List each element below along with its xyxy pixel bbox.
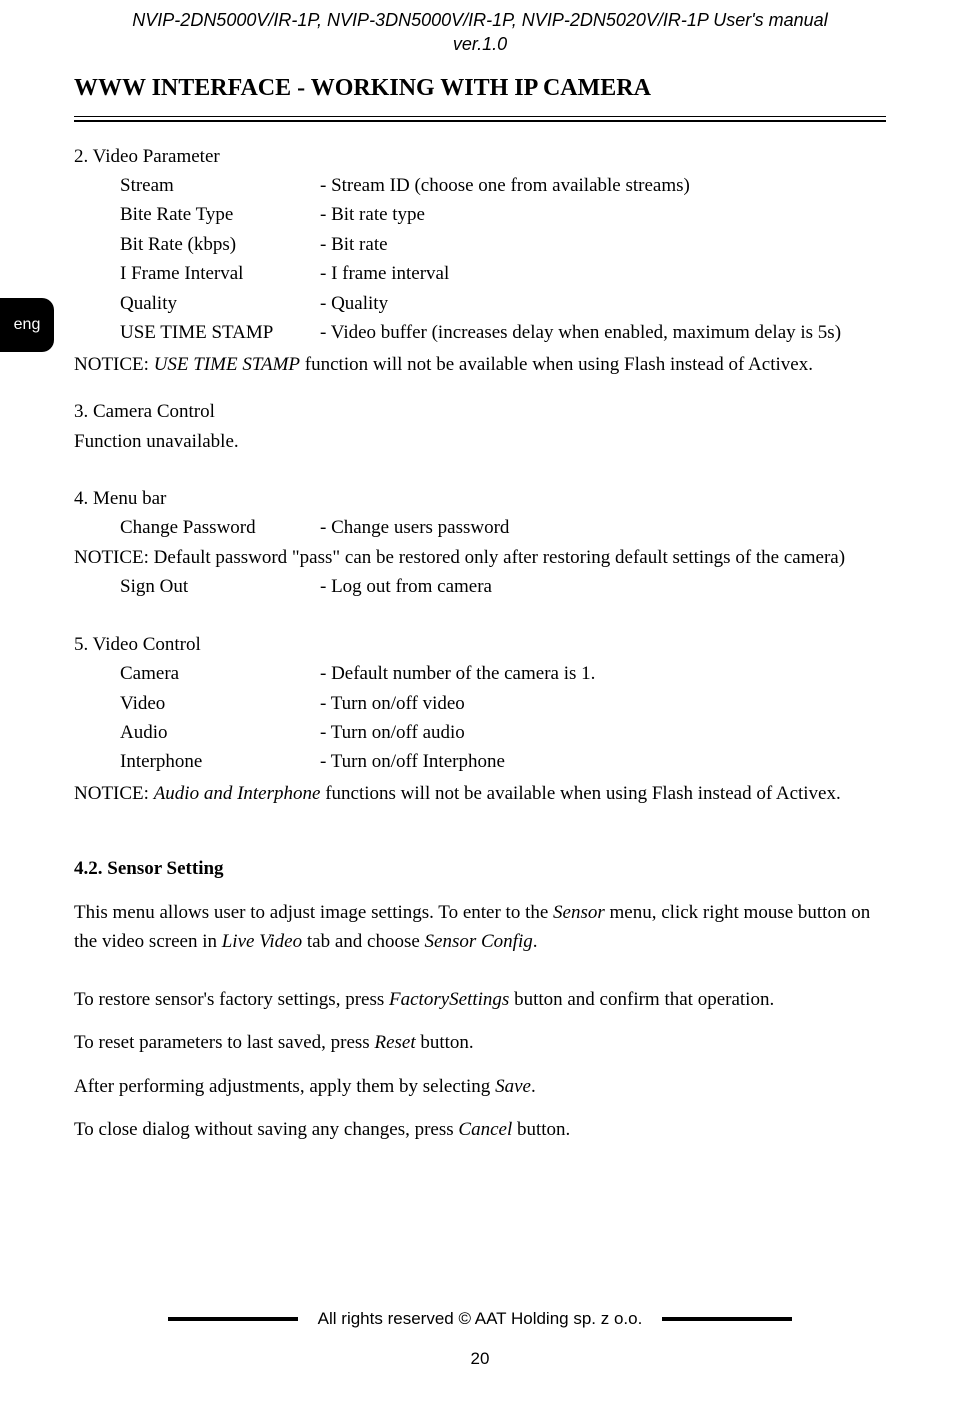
s2-term: Bit Rate (kbps) (120, 230, 320, 259)
s2-row-2: Bit Rate (kbps)- Bit rate (74, 230, 886, 259)
notice-em: USE TIME STAMP (154, 354, 300, 375)
s2-term: Bite Rate Type (120, 200, 320, 229)
notice-post: function will not be available when usin… (300, 354, 813, 375)
notice-em: Audio and Interphone (154, 783, 321, 804)
t: To reset parameters to last saved, press (74, 1032, 374, 1053)
section-title: WWW INTERFACE - WORKING WITH IP CAMERA (74, 75, 886, 102)
page: NVIP-2DN5000V/IR-1P, NVIP-3DN5000V/IR-1P… (0, 0, 960, 1405)
s2-term: Stream (120, 171, 320, 200)
s3-heading: 3. Camera Control (74, 397, 886, 426)
header-line-1: NVIP-2DN5000V/IR-1P, NVIP-3DN5000V/IR-1P… (74, 8, 886, 32)
body: 2. Video Parameter Stream- Stream ID (ch… (74, 142, 886, 1145)
em: Cancel (458, 1119, 512, 1140)
t: . (533, 931, 538, 952)
s4-desc: - Change users password (320, 513, 886, 542)
footer-bar-right (662, 1317, 792, 1321)
s4-heading: 4. Menu bar (74, 484, 886, 513)
s5-notice: NOTICE: Audio and Interphone functions w… (74, 779, 886, 808)
s2-desc: - Bit rate type (320, 200, 886, 229)
t: To restore sensor's factory settings, pr… (74, 989, 389, 1010)
s5-desc: - Default number of the camera is 1. (320, 659, 886, 688)
t: This menu allows user to adjust image se… (74, 902, 553, 923)
em: Reset (374, 1032, 415, 1053)
s2-desc: - Stream ID (choose one from available s… (320, 171, 886, 200)
t: button and confirm that operation. (509, 989, 774, 1010)
s5-term: Camera (120, 659, 320, 688)
s2-term: Quality (120, 289, 320, 318)
s2-desc: - Bit rate (320, 230, 886, 259)
s2-term: USE TIME STAMP (120, 318, 320, 347)
s2-notice: NOTICE: USE TIME STAMP function will not… (74, 350, 886, 379)
s5-row-1: Video- Turn on/off video (74, 689, 886, 718)
s4-notice: NOTICE: Default password "pass" can be r… (74, 543, 886, 572)
t: . (531, 1076, 536, 1097)
s4-desc: - Log out from camera (320, 572, 886, 601)
t: To close dialog without saving any chang… (74, 1119, 458, 1140)
s4-term: Sign Out (120, 572, 320, 601)
s4-row-1: Change Password- Change users password (74, 513, 886, 542)
s5-desc: - Turn on/off Interphone (320, 747, 886, 776)
t: tab and choose (302, 931, 424, 952)
em: Sensor (553, 902, 605, 923)
sec42-title: 4.2. Sensor Setting (74, 854, 886, 883)
em: Sensor Config (425, 931, 533, 952)
footer: All rights reserved © AAT Holding sp. z … (0, 1309, 960, 1369)
doc-header: NVIP-2DN5000V/IR-1P, NVIP-3DN5000V/IR-1P… (74, 0, 886, 57)
s5-heading: 5. Video Control (74, 630, 886, 659)
s5-term: Video (120, 689, 320, 718)
s2-term: I Frame Interval (120, 259, 320, 288)
sec42-p4: After performing adjustments, apply them… (74, 1072, 886, 1101)
s5-row-0: Camera- Default number of the camera is … (74, 659, 886, 688)
s4-row-2: Sign Out- Log out from camera (74, 572, 886, 601)
sec42-p5: To close dialog without saving any chang… (74, 1115, 886, 1144)
sec42-p1: This menu allows user to adjust image se… (74, 898, 886, 957)
language-tab-label: eng (14, 316, 41, 334)
em: Live Video (222, 931, 302, 952)
s5-row-3: Interphone- Turn on/off Interphone (74, 747, 886, 776)
double-rule (74, 116, 886, 122)
s5-row-2: Audio- Turn on/off audio (74, 718, 886, 747)
s2-row-1: Bite Rate Type- Bit rate type (74, 200, 886, 229)
sec42-p2: To restore sensor's factory settings, pr… (74, 985, 886, 1014)
t: After performing adjustments, apply them… (74, 1076, 495, 1097)
page-number: 20 (0, 1349, 960, 1369)
s5-desc: - Turn on/off audio (320, 718, 886, 747)
s5-desc: - Turn on/off video (320, 689, 886, 718)
notice-post: functions will not be available when usi… (320, 783, 840, 804)
footer-bar-left (168, 1317, 298, 1321)
sec42-p3: To reset parameters to last saved, press… (74, 1028, 886, 1057)
s2-row-3: I Frame Interval- I frame interval (74, 259, 886, 288)
s2-desc: - Quality (320, 289, 886, 318)
s2-row-4: Quality- Quality (74, 289, 886, 318)
em: FactorySettings (389, 989, 509, 1010)
s2-desc: - I frame interval (320, 259, 886, 288)
header-line-2: ver.1.0 (74, 32, 886, 56)
s2-heading: 2. Video Parameter (74, 142, 886, 171)
s2-row-5: USE TIME STAMP- Video buffer (increases … (74, 318, 886, 347)
s5-term: Audio (120, 718, 320, 747)
s5-term: Interphone (120, 747, 320, 776)
t: button. (512, 1119, 570, 1140)
s4-term: Change Password (120, 513, 320, 542)
s2-desc: - Video buffer (increases delay when ena… (320, 318, 886, 347)
s3-text: Function unavailable. (74, 427, 886, 456)
language-tab: eng (0, 298, 54, 352)
notice-pre: NOTICE: (74, 783, 154, 804)
em: Save (495, 1076, 531, 1097)
notice-pre: NOTICE: (74, 354, 154, 375)
footer-text: All rights reserved © AAT Holding sp. z … (318, 1309, 643, 1329)
t: button. (416, 1032, 474, 1053)
footer-line: All rights reserved © AAT Holding sp. z … (0, 1309, 960, 1329)
s2-row-0: Stream- Stream ID (choose one from avail… (74, 171, 886, 200)
